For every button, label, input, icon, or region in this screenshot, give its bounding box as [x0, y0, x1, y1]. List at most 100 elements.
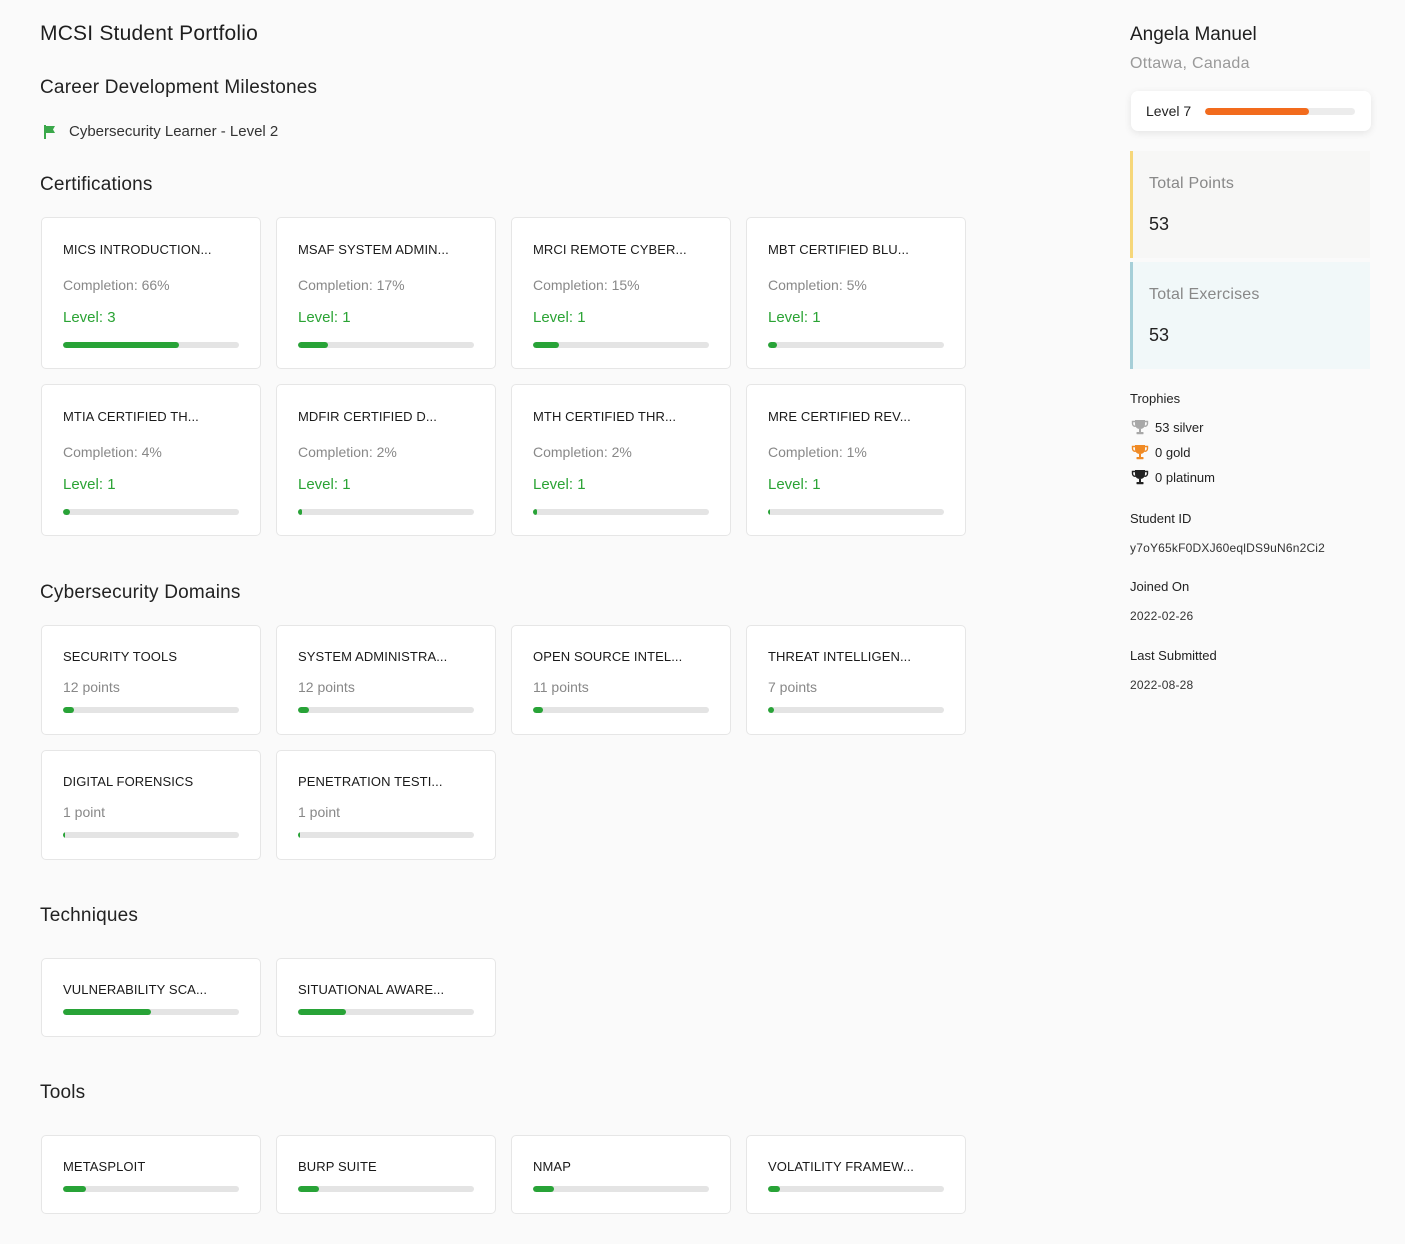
tool-title: VOLATILITY FRAMEW...	[768, 1159, 914, 1174]
tool-title: METASPLOIT	[63, 1159, 146, 1174]
domains-grid: SECURITY TOOLS 12 points SYSTEM ADMINISTRA…	[41, 625, 966, 860]
certifications-heading: Certifications	[40, 174, 153, 195]
tool-progress-fill	[63, 1186, 86, 1192]
total-exercises-value: 53	[1149, 325, 1170, 345]
domain-progress-fill	[298, 832, 300, 838]
joined-value: 2022-02-26	[1130, 609, 1194, 623]
technique-card[interactable]: SITUATIONAL AWARE...	[276, 958, 496, 1037]
domain-title: PENETRATION TESTI...	[298, 774, 443, 789]
domain-points: 12 points	[298, 679, 355, 695]
certification-card[interactable]: MRE CERTIFIED REV... Completion: 1% Level:…	[746, 384, 966, 536]
tool-card[interactable]: BURP SUITE	[276, 1135, 496, 1214]
certification-title: MSAF SYSTEM ADMIN...	[298, 242, 449, 257]
domain-progress-fill	[63, 832, 65, 838]
certification-completion: Completion: 1%	[768, 444, 867, 460]
trophy-item: 0 gold	[1131, 444, 1190, 460]
tool-progress-fill	[768, 1186, 781, 1192]
certification-title: MRCI REMOTE CYBER...	[533, 242, 687, 257]
domain-card[interactable]: THREAT INTELLIGEN... 7 points	[746, 625, 966, 735]
certification-level: Level: 1	[63, 476, 116, 493]
certification-completion: Completion: 17%	[298, 277, 405, 293]
trophy-label: 0 platinum	[1155, 469, 1215, 485]
domain-card[interactable]: OPEN SOURCE INTEL... 11 points	[511, 625, 731, 735]
total-exercises-label: Total Exercises	[1149, 286, 1260, 303]
tool-progress-bar	[533, 1186, 709, 1192]
certification-title: MDFIR CERTIFIED D...	[298, 409, 437, 424]
certification-completion: Completion: 5%	[768, 277, 867, 293]
certification-level: Level: 1	[533, 309, 586, 326]
technique-card[interactable]: VULNERABILITY SCA...	[41, 958, 261, 1037]
trophies-label: Trophies	[1130, 391, 1181, 406]
certification-card[interactable]: MRCI REMOTE CYBER... Completion: 15% Level…	[511, 217, 731, 369]
certification-card[interactable]: MDFIR CERTIFIED D... Completion: 2% Level:…	[276, 384, 496, 536]
trophy-label: 0 gold	[1155, 444, 1191, 460]
profile-name: Angela Manuel	[1130, 24, 1257, 45]
tool-title: NMAP	[533, 1159, 571, 1174]
certification-title: MICS INTRODUCTION...	[63, 242, 212, 257]
domain-points: 11 points	[533, 679, 589, 695]
technique-progress-bar	[63, 1009, 239, 1015]
domain-card[interactable]: SYSTEM ADMINISTRA... 12 points	[276, 625, 496, 735]
level-label: Level 7	[1146, 103, 1192, 119]
certification-progress-bar	[533, 342, 709, 348]
tool-card[interactable]: NMAP	[511, 1135, 731, 1214]
page-title: MCSI Student Portfolio	[40, 22, 258, 45]
certification-progress-bar	[298, 342, 474, 348]
total-points-value: 53	[1149, 214, 1170, 234]
domains-heading: Cybersecurity Domains	[40, 582, 241, 603]
domain-points: 1 point	[63, 804, 106, 820]
level-progress-bar	[1205, 107, 1356, 115]
student-id-label: Student ID	[1130, 511, 1192, 526]
total-points-card: Total Points 53	[1130, 151, 1370, 258]
technique-title: SITUATIONAL AWARE...	[298, 982, 445, 997]
trophy-silver-icon	[1131, 420, 1149, 435]
domain-card[interactable]: PENETRATION TESTI... 1 point	[276, 750, 496, 860]
tools-grid: METASPLOIT BURP SUITE NMAP VOLATILITY FRAME…	[41, 1135, 966, 1214]
domain-card[interactable]: SECURITY TOOLS 12 points	[41, 625, 261, 735]
domain-points: 1 point	[298, 804, 341, 820]
certification-progress-fill	[298, 509, 302, 515]
domain-progress-bar	[768, 707, 944, 713]
certification-title: MRE CERTIFIED REV...	[768, 409, 911, 424]
trophy-gold-icon	[1131, 445, 1149, 460]
domain-progress-fill	[298, 707, 309, 713]
certification-progress-fill	[298, 342, 328, 348]
tool-progress-bar	[768, 1186, 944, 1192]
domain-title: THREAT INTELLIGEN...	[768, 649, 912, 664]
certifications-grid: MICS INTRODUCTION... Completion: 66% Level…	[41, 217, 966, 536]
certification-card[interactable]: MICS INTRODUCTION... Completion: 66% Level…	[41, 217, 261, 369]
certification-completion: Completion: 4%	[63, 444, 162, 460]
certification-progress-bar	[63, 342, 239, 348]
technique-progress-fill	[63, 1009, 151, 1015]
joined-label: Joined On	[1130, 579, 1190, 594]
certification-progress-bar	[768, 509, 944, 515]
technique-progress-bar	[298, 1009, 474, 1015]
certification-level: Level: 1	[768, 309, 821, 326]
milestone-label: Cybersecurity Learner - Level 2	[69, 123, 279, 140]
trophy-item: 0 platinum	[1131, 469, 1215, 485]
certification-level: Level: 3	[63, 309, 116, 326]
tools-heading: Tools	[40, 1082, 86, 1103]
domain-card[interactable]: DIGITAL FORENSICS 1 point	[41, 750, 261, 860]
certification-title: MTH CERTIFIED THR...	[533, 409, 677, 424]
certification-card[interactable]: MTIA CERTIFIED TH... Completion: 4% Level:…	[41, 384, 261, 536]
certification-progress-fill	[533, 342, 560, 348]
tool-progress-bar	[63, 1186, 239, 1192]
certification-progress-fill	[63, 342, 180, 348]
technique-progress-fill	[298, 1009, 346, 1015]
domain-progress-bar	[63, 707, 239, 713]
certification-card[interactable]: MBT CERTIFIED BLU... Completion: 5% Level:…	[746, 217, 966, 369]
certification-progress-bar	[298, 509, 474, 515]
certification-card[interactable]: MTH CERTIFIED THR... Completion: 2% Level:…	[511, 384, 731, 536]
domain-title: SYSTEM ADMINISTRA...	[298, 649, 448, 664]
domain-title: OPEN SOURCE INTEL...	[533, 649, 683, 664]
tool-card[interactable]: METASPLOIT	[41, 1135, 261, 1214]
milestone-item: Cybersecurity Learner - Level 2	[42, 123, 278, 140]
certification-title: MTIA CERTIFIED TH...	[63, 409, 199, 424]
tool-card[interactable]: VOLATILITY FRAMEW...	[746, 1135, 966, 1214]
certification-completion: Completion: 66%	[63, 277, 170, 293]
certification-level: Level: 1	[768, 476, 821, 493]
last-submitted-value: 2022-08-28	[1130, 678, 1194, 692]
certification-progress-bar	[63, 509, 239, 515]
certification-card[interactable]: MSAF SYSTEM ADMIN... Completion: 17% Level…	[276, 217, 496, 369]
